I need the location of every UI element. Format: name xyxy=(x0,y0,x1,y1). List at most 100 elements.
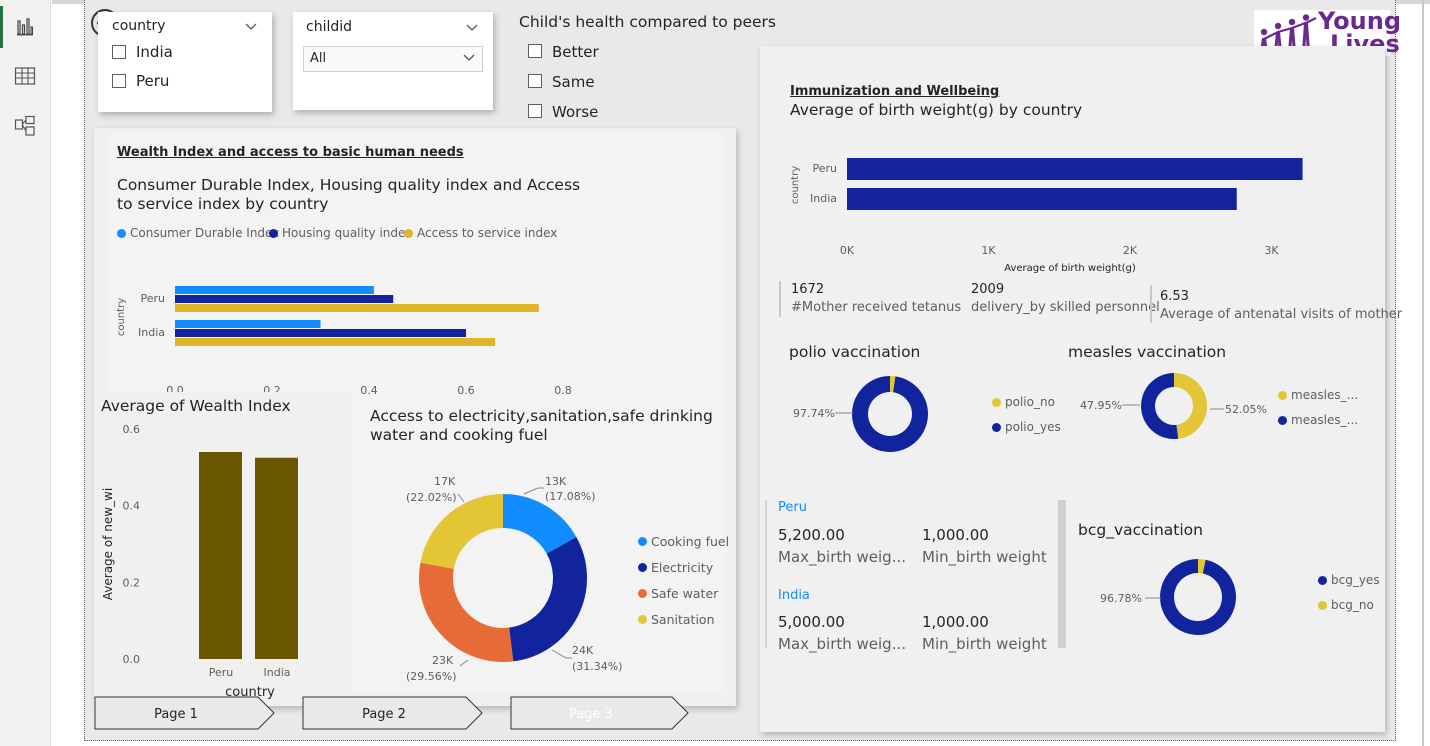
donut-slice xyxy=(420,494,504,570)
polio-donut: 97.74% xyxy=(793,376,928,452)
checkbox-same[interactable] xyxy=(528,74,542,88)
legend-dot xyxy=(1318,575,1327,585)
peru-min-value: 1,000.00 xyxy=(922,526,989,544)
legend-label: bcg_no xyxy=(1331,598,1374,612)
wealth-legend-asi: Access to service index xyxy=(404,226,557,240)
bar xyxy=(175,295,394,303)
card-divider xyxy=(1058,500,1066,648)
page-2-label: Page 2 xyxy=(362,707,406,722)
checkbox-label-india: India xyxy=(136,43,173,61)
childid-dropdown[interactable]: All xyxy=(303,46,483,72)
legend-label: measles_... xyxy=(1291,413,1359,427)
legend-label: bcg_yes xyxy=(1331,573,1380,587)
y-tick-label: 0.4 xyxy=(123,500,141,513)
checkbox-better[interactable] xyxy=(528,44,542,58)
bar xyxy=(175,286,374,294)
checkbox-label-peru: Peru xyxy=(136,72,170,90)
peru-max-label: Max_birth weig... xyxy=(778,548,907,566)
access-label-cooking-pct: (17.08%) xyxy=(545,490,596,503)
avg-wealth-bar-chart: Average of new_wi 0.00.20.40.6Peru India … xyxy=(101,423,298,700)
wealth-chart-title-2: to service index by country xyxy=(117,195,329,213)
report-view-icon[interactable] xyxy=(12,14,38,40)
legend-dot xyxy=(117,228,126,238)
right-scroll-edge xyxy=(1422,0,1424,746)
kpi-value-antenatal: 6.53 xyxy=(1160,289,1189,304)
legend-dot xyxy=(1278,415,1287,425)
health-slicer: Child's health compared to peers Better … xyxy=(516,10,776,125)
legend-dot xyxy=(992,422,1001,432)
bar xyxy=(199,452,242,659)
active-view-indicator xyxy=(0,6,3,48)
donut-slice xyxy=(1160,559,1236,635)
bcg-legend-yes: bcg_yes xyxy=(1318,573,1380,587)
health-slicer-title: Child's health compared to peers xyxy=(519,13,776,31)
model-view-icon[interactable] xyxy=(12,113,38,139)
x-tick-label: 0K xyxy=(840,244,855,257)
app-sidebar xyxy=(0,0,51,746)
kpi-label-delivery: delivery_by skilled personnel xyxy=(971,300,1160,315)
access-label-water-value: 23K xyxy=(432,654,454,667)
peru-min-label: Min_birth weight xyxy=(922,548,1047,566)
bar xyxy=(175,320,321,328)
kpi-label-tetanus: #Mother received tetanus xyxy=(791,300,962,315)
polio-legend-yes: polio_yes xyxy=(992,420,1061,434)
x-tick-label: 0.4 xyxy=(360,384,378,397)
chevron-down-icon[interactable] xyxy=(244,18,258,37)
wealth-chart-ylabel: country xyxy=(116,298,127,336)
y-tick-label: 0.6 xyxy=(123,423,141,436)
measles-left-label: 47.95% xyxy=(1080,399,1122,412)
wealth-legend-hqi: Housing quality index xyxy=(269,226,412,240)
childid-slicer: childid All xyxy=(293,12,493,110)
polio-title: polio vaccination xyxy=(789,343,921,361)
birth-weight-ylabel: country xyxy=(790,166,801,204)
childid-slicer-title: childid xyxy=(306,19,353,35)
wealth-legend-cdi: Consumer Durable Index xyxy=(117,226,279,240)
chevron-down-icon[interactable] xyxy=(465,19,479,38)
measles-legend-1: measles_... xyxy=(1278,388,1358,402)
page-3-label: Page 3 xyxy=(569,707,613,722)
checkbox-peru[interactable] xyxy=(112,74,126,88)
checkbox-worse[interactable] xyxy=(528,104,542,118)
access-donut-chart: 13K (17.08%) 24K (31.34%) 23K (29.56%) 1… xyxy=(406,475,623,683)
legend-label: Safe water xyxy=(651,586,719,601)
country-slicer-title: country xyxy=(112,18,166,34)
bcg-donut: 96.78% xyxy=(1100,559,1236,635)
measles-right-label: 52.05% xyxy=(1225,403,1267,416)
birth-weight-chart-title: Average of birth weight(g) by country xyxy=(790,101,1083,119)
birth-weight-xlabel: Average of birth weight(g) xyxy=(1004,263,1136,274)
legend-label: Cooking fuel xyxy=(651,534,730,549)
legend-label: Access to service index xyxy=(417,226,558,240)
wealth-index-bar-chart: country PeruIndia0.0 0.2 0.4 0.6 0.8 xyxy=(116,286,572,397)
india-card-country: India xyxy=(778,588,810,603)
table-view-icon[interactable] xyxy=(12,63,38,89)
donut-slice xyxy=(1173,373,1207,439)
x-tick-label: 0.6 xyxy=(457,384,475,397)
access-label-cooking-value: 13K xyxy=(545,475,567,488)
access-label-electricity-pct: (31.34%) xyxy=(572,660,623,673)
x-tick-label: 3K xyxy=(1264,244,1279,257)
legend-label: Housing quality index xyxy=(282,226,413,240)
polio-yes-label: 97.74% xyxy=(793,407,835,420)
x-tick-label: 0.8 xyxy=(554,384,572,397)
measles-legend-2: measles_... xyxy=(1278,413,1358,427)
access-legend-water: Safe water xyxy=(638,586,718,601)
birth-weight-chart: country Peru India 0K 1K 2K 3K Average of bir… xyxy=(790,158,1303,274)
checkbox-label-same: Same xyxy=(552,73,595,91)
bar xyxy=(175,329,466,337)
checkbox-india[interactable] xyxy=(112,45,126,59)
legend-dot xyxy=(638,563,647,572)
page-1-label: Page 1 xyxy=(154,707,198,722)
peru-max-value: 5,200.00 xyxy=(778,526,845,544)
wealth-chart-title-1: Consumer Durable Index, Housing quality … xyxy=(117,176,581,194)
access-label-sanitation-value: 17K xyxy=(434,475,456,488)
category-label: Peru xyxy=(812,162,837,175)
card-divider xyxy=(765,500,767,648)
legend-dot xyxy=(638,589,647,598)
bar xyxy=(847,158,1303,180)
access-label-sanitation-pct: (22.02%) xyxy=(406,491,457,504)
category-label: India xyxy=(264,666,291,679)
page-nav: Page 1 Page 2 Page 3 xyxy=(94,696,689,730)
x-tick-label: 1K xyxy=(981,244,996,257)
chevron-down-icon xyxy=(462,52,476,68)
access-legend-electricity: Electricity xyxy=(638,560,713,575)
